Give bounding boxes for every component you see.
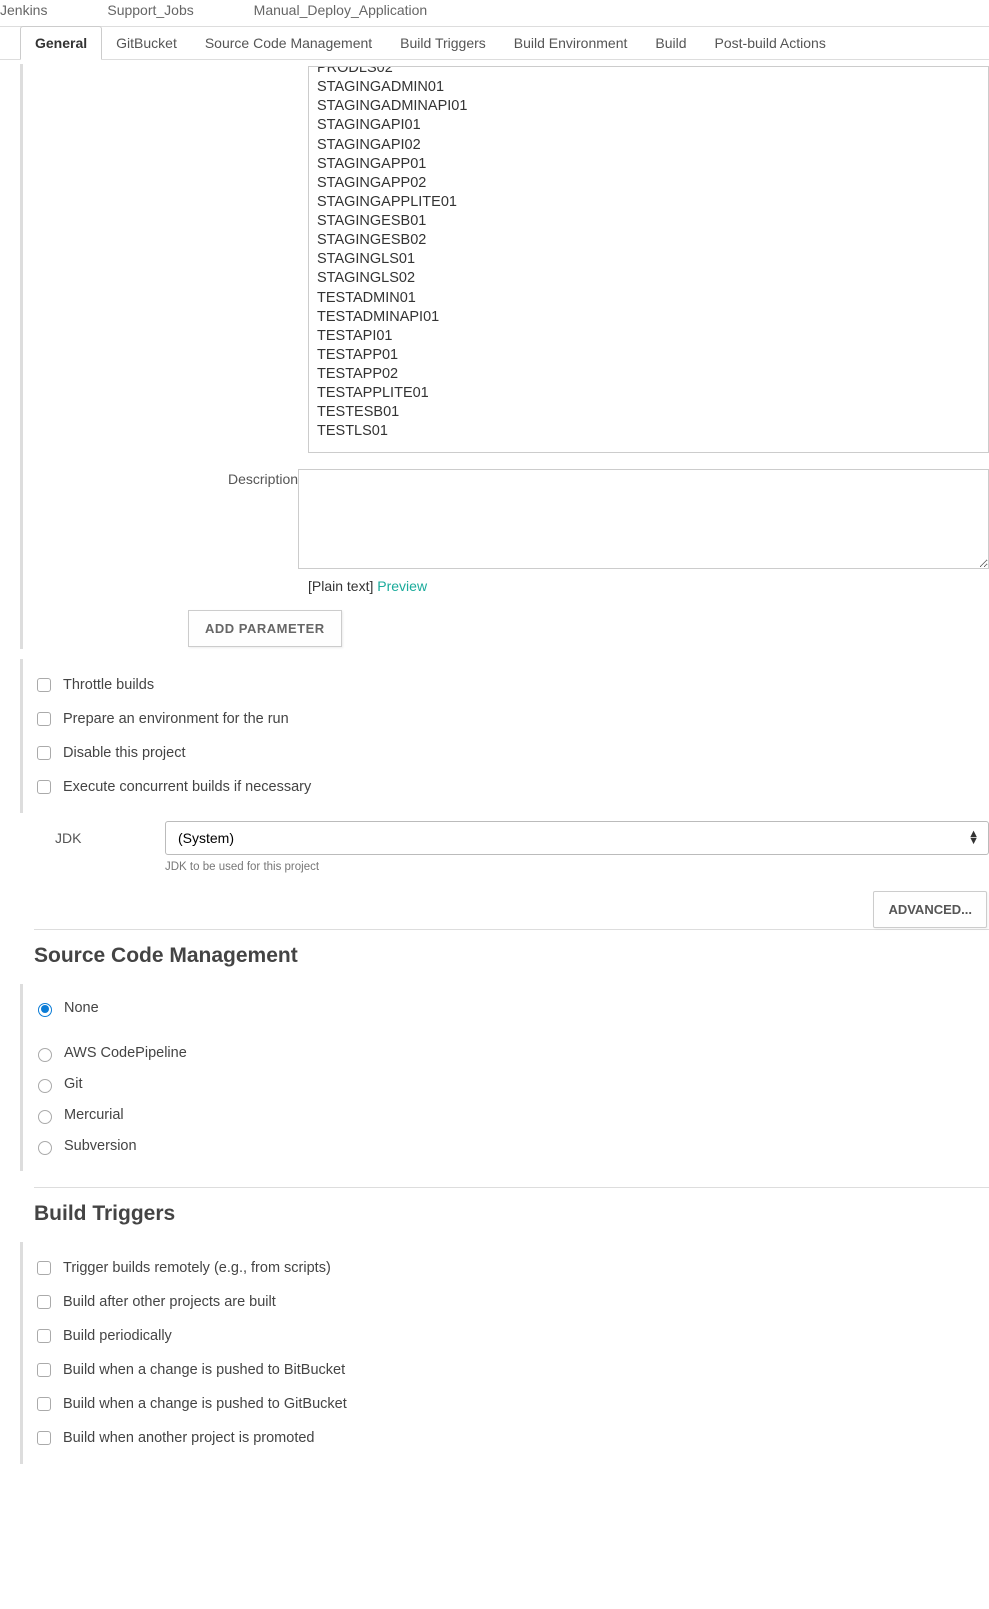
choice-item: TESTAPP01 — [317, 346, 984, 365]
choice-item: STAGINGAPI01 — [317, 116, 984, 135]
radio-scm-aws-codepipeline[interactable] — [38, 1048, 52, 1062]
checkbox-label: Disable this project — [63, 745, 186, 761]
choice-item: TESTESB01 — [317, 403, 984, 422]
description-label: Description — [33, 469, 298, 572]
choices-box[interactable]: PRODLS02STAGINGADMIN01STAGINGADMINAPI01S… — [308, 66, 989, 453]
scm-option-row: None — [33, 1000, 989, 1017]
breadcrumb-item[interactable]: Support_Jobs — [107, 2, 193, 18]
checkbox-trigger[interactable] — [37, 1261, 51, 1275]
choice-item: STAGINGAPP02 — [317, 174, 984, 193]
checkbox-prepare-an-environment-for-the-run[interactable] — [37, 712, 51, 726]
description-input[interactable] — [298, 469, 989, 569]
radio-scm-subversion[interactable] — [38, 1141, 52, 1155]
breadcrumb-item[interactable]: Manual_Deploy_Application — [254, 2, 428, 18]
scm-option-row: AWS CodePipeline — [33, 1045, 989, 1062]
scm-option-row: Subversion — [33, 1138, 989, 1155]
checkbox-label: Build when another project is promoted — [63, 1430, 314, 1446]
add-parameter-button[interactable]: ADD PARAMETER — [188, 610, 342, 647]
tab-build-environment[interactable]: Build Environment — [500, 27, 642, 59]
choice-item: STAGINGAPI02 — [317, 136, 984, 155]
tab-bar: GeneralGitBucketSource Code ManagementBu… — [0, 26, 989, 60]
checkbox-label: Build when a change is pushed to GitBuck… — [63, 1396, 347, 1412]
radio-label: AWS CodePipeline — [64, 1045, 187, 1061]
checkbox-label: Trigger builds remotely (e.g., from scri… — [63, 1260, 331, 1276]
checkbox-label: Throttle builds — [63, 677, 154, 693]
radio-label: Git — [64, 1076, 83, 1092]
choice-item: STAGINGAPPLITE01 — [317, 193, 984, 212]
choice-item: STAGINGLS02 — [317, 269, 984, 288]
tab-gitbucket[interactable]: GitBucket — [102, 27, 191, 59]
option-row: Execute concurrent builds if necessary — [33, 777, 989, 797]
checkbox-trigger[interactable] — [37, 1431, 51, 1445]
jdk-select[interactable]: (System) — [165, 821, 989, 855]
tab-build-triggers[interactable]: Build Triggers — [386, 27, 500, 59]
choice-item: STAGINGADMIN01 — [317, 78, 984, 97]
breadcrumb-item[interactable]: Jenkins — [0, 2, 47, 18]
tab-build[interactable]: Build — [641, 27, 700, 59]
scm-option-row: Mercurial — [33, 1107, 989, 1124]
choice-item: TESTAPI01 — [317, 327, 984, 346]
trigger-row: Trigger builds remotely (e.g., from scri… — [33, 1258, 989, 1278]
trigger-row: Build when a change is pushed to BitBuck… — [33, 1360, 989, 1380]
checkbox-label: Prepare an environment for the run — [63, 711, 289, 727]
checkbox-trigger[interactable] — [37, 1363, 51, 1377]
tab-general[interactable]: General — [20, 26, 102, 60]
choice-item: TESTADMINAPI01 — [317, 308, 984, 327]
checkbox-disable-this-project[interactable] — [37, 746, 51, 760]
choice-item: TESTAPP02 — [317, 365, 984, 384]
checkbox-label: Build after other projects are built — [63, 1294, 276, 1310]
preview-link[interactable]: Preview — [377, 578, 427, 594]
general-options: Throttle builds Prepare an environment fo… — [20, 659, 989, 813]
checkbox-trigger[interactable] — [37, 1397, 51, 1411]
triggers-title: Build Triggers — [34, 1202, 989, 1226]
advanced-button[interactable]: ADVANCED... — [873, 891, 987, 928]
scm-option-row: Git — [33, 1076, 989, 1093]
checkbox-execute-concurrent-builds-if-necessary[interactable] — [37, 780, 51, 794]
checkbox-trigger[interactable] — [37, 1329, 51, 1343]
radio-scm-mercurial[interactable] — [38, 1110, 52, 1124]
choice-item: PRODLS02 — [317, 66, 984, 78]
trigger-row: Build when a change is pushed to GitBuck… — [33, 1394, 989, 1414]
trigger-row: Build periodically — [33, 1326, 989, 1346]
option-row: Throttle builds — [33, 675, 989, 695]
checkbox-throttle-builds[interactable] — [37, 678, 51, 692]
checkbox-label: Execute concurrent builds if necessary — [63, 779, 311, 795]
tab-post-build-actions[interactable]: Post-build Actions — [701, 27, 840, 59]
plaintext-label: [Plain text] — [308, 578, 373, 594]
choice-item: TESTLS01 — [317, 422, 984, 441]
choice-item: STAGINGADMINAPI01 — [317, 97, 984, 116]
jdk-hint: JDK to be used for this project — [165, 861, 989, 873]
trigger-row: Build when another project is promoted — [33, 1428, 989, 1448]
scm-title: Source Code Management — [34, 944, 989, 968]
choice-item: TESTADMIN01 — [317, 289, 984, 308]
radio-scm-git[interactable] — [38, 1079, 52, 1093]
choice-item: STAGINGESB02 — [317, 231, 984, 250]
radio-label: Mercurial — [64, 1107, 124, 1123]
choice-item: STAGINGLS01 — [317, 250, 984, 269]
checkbox-label: Build when a change is pushed to BitBuck… — [63, 1362, 345, 1378]
trigger-options: Trigger builds remotely (e.g., from scri… — [20, 1242, 989, 1464]
radio-label: Subversion — [64, 1138, 137, 1154]
radio-scm-none[interactable] — [38, 1003, 52, 1017]
scm-options: None AWS CodePipeline Git Mercurial Subversi… — [20, 984, 989, 1171]
trigger-row: Build after other projects are built — [33, 1292, 989, 1312]
choice-item: STAGINGESB01 — [317, 212, 984, 231]
jdk-label: JDK — [55, 830, 165, 846]
choice-item: STAGINGAPP01 — [317, 155, 984, 174]
option-row: Prepare an environment for the run — [33, 709, 989, 729]
breadcrumb: Jenkins Support_Jobs Manual_Deploy_Appli… — [0, 0, 989, 26]
checkbox-label: Build periodically — [63, 1328, 172, 1344]
tab-source-code-management[interactable]: Source Code Management — [191, 27, 386, 59]
section-general: PRODLS02STAGINGADMIN01STAGINGADMINAPI01S… — [20, 64, 989, 649]
checkbox-trigger[interactable] — [37, 1295, 51, 1309]
radio-label: None — [64, 1000, 99, 1016]
option-row: Disable this project — [33, 743, 989, 763]
choice-item: TESTAPPLITE01 — [317, 384, 984, 403]
